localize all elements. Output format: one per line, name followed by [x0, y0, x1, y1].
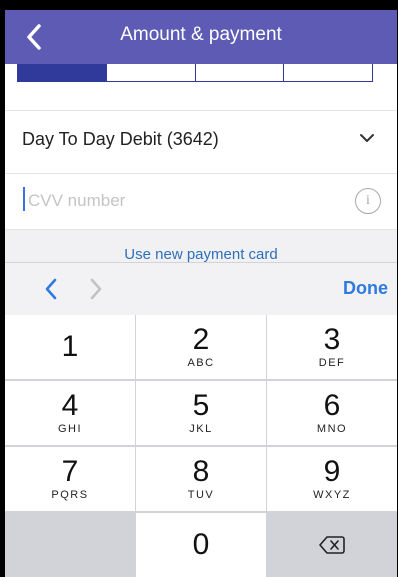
key-6[interactable]: 6 MNO: [267, 381, 397, 445]
key-digit: 0: [192, 528, 210, 561]
key-3[interactable]: 3 DEF: [267, 315, 397, 379]
key-digit: 4: [61, 389, 79, 422]
key-digit: 3: [323, 323, 341, 356]
backspace-icon: [319, 536, 345, 554]
account-label: Day To Day Debit (3642): [22, 129, 219, 149]
key-letters: DEF: [318, 357, 346, 369]
segment-option-2[interactable]: [107, 64, 196, 81]
key-letters: PQRS: [51, 489, 89, 501]
amount-segmented-control: [17, 64, 373, 82]
backspace-key[interactable]: [267, 513, 397, 577]
key-7[interactable]: 7 PQRS: [5, 447, 135, 511]
chevron-right-icon: [90, 278, 102, 300]
info-icon[interactable]: i: [355, 188, 381, 214]
key-digit: 1: [61, 330, 79, 363]
next-field-button[interactable]: [85, 277, 107, 301]
key-digit: 9: [323, 455, 341, 488]
device-frame: Amount & payment Day To Day Debit (3642)…: [0, 0, 398, 577]
key-letters: JKL: [189, 423, 213, 435]
key-digit: 6: [323, 389, 341, 422]
key-digit: 8: [192, 455, 210, 488]
key-letters: TUV: [187, 489, 215, 501]
segment-option-3[interactable]: [196, 64, 285, 81]
keyboard-toolbar: Done: [5, 262, 397, 315]
nav-bar: Amount & payment: [5, 10, 397, 64]
chevron-down-icon: [360, 134, 374, 142]
numeric-keypad: 1 2 ABC 3 DEF 4 GHI 5 JKL 6 MNO 7 PQRS 8 TUV 9W…: [5, 315, 397, 577]
done-button[interactable]: Done: [343, 278, 388, 299]
key-1[interactable]: 1: [5, 315, 135, 379]
key-0[interactable]: 0: [136, 513, 266, 577]
account-selector[interactable]: Day To Day Debit (3642): [5, 110, 397, 174]
screen: Amount & payment Day To Day Debit (3642)…: [5, 10, 397, 577]
key-5[interactable]: 5 JKL: [136, 381, 266, 445]
page-title: Amount & payment: [120, 24, 282, 45]
key-letters: ABC: [187, 357, 215, 369]
cvv-input[interactable]: [26, 183, 330, 219]
text-cursor: [23, 187, 25, 211]
key-digit: 5: [192, 389, 210, 422]
key-2[interactable]: 2 ABC: [136, 315, 266, 379]
key-letters: WXYZ: [313, 489, 351, 501]
cvv-row: i: [5, 173, 397, 230]
chevron-left-icon: [45, 278, 57, 300]
previous-field-button[interactable]: [40, 277, 62, 301]
key-8[interactable]: 8 TUV: [136, 447, 266, 511]
key-digit: 2: [192, 323, 210, 356]
key-letters: GHI: [57, 423, 83, 435]
segment-option-1[interactable]: [18, 64, 107, 81]
segment-option-other[interactable]: [284, 64, 372, 81]
key-blank: [5, 513, 135, 577]
key-9[interactable]: 9 WXYZ: [267, 447, 397, 511]
key-4[interactable]: 4 GHI: [5, 381, 135, 445]
key-letters: MNO: [316, 423, 348, 435]
key-digit: 7: [61, 455, 79, 488]
use-new-card-link[interactable]: Use new payment card: [5, 246, 397, 263]
